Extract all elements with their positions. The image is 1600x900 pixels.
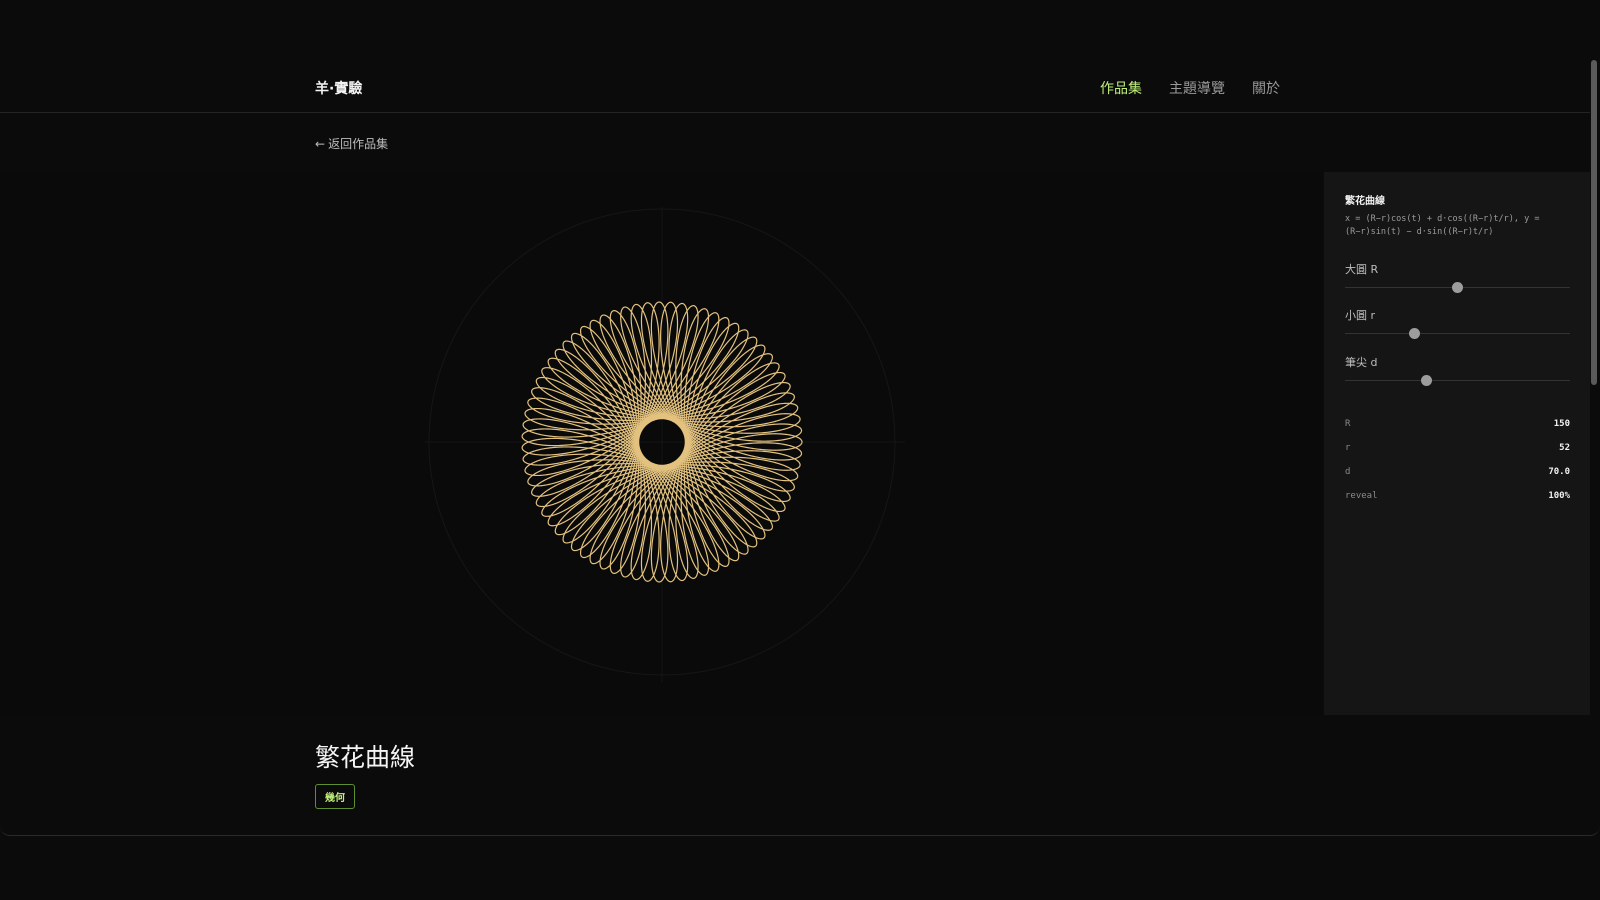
- spirograph-svg: [425, 207, 905, 682]
- back-link-label: 返回作品集: [328, 137, 389, 151]
- slider-thumb[interactable]: [1420, 375, 1432, 386]
- readout-key: d: [1345, 467, 1351, 477]
- slider-label: 大圓 R: [1345, 263, 1379, 276]
- nav-link-about[interactable]: 關於: [1252, 78, 1280, 98]
- slider-track[interactable]: [1345, 333, 1570, 334]
- spirograph-canvas[interactable]: [0, 172, 1323, 715]
- slider-track[interactable]: [1345, 380, 1570, 381]
- readout-row-reveal: reveal 100%: [1345, 491, 1570, 515]
- page-title: 繁花曲線: [315, 743, 416, 772]
- slider-thumb[interactable]: [1409, 328, 1421, 339]
- slider-pen-d: 筆尖 d: [1345, 354, 1570, 386]
- back-to-portfolio-link[interactable]: ← 返回作品集: [315, 135, 388, 152]
- readout-key: reveal: [1345, 491, 1378, 501]
- readout-value: 70.0: [1548, 467, 1570, 477]
- nav-link-topics[interactable]: 主題導覽: [1169, 78, 1225, 98]
- artwork-info: 繁花曲線 幾何: [0, 716, 1590, 835]
- page-scrollbar[interactable]: [1591, 60, 1597, 385]
- readout-key: r: [1345, 443, 1351, 453]
- top-navigation: 羊·實驗 作品集 主題導覽 關於: [0, 60, 1590, 113]
- readout-value: 150: [1553, 419, 1570, 429]
- site-brand[interactable]: 羊·實驗: [315, 78, 362, 98]
- readout-key: R: [1345, 419, 1351, 429]
- formula-text: x = (R−r)cos(t) + d·cos((R−r)t/r), y = (…: [1345, 214, 1540, 237]
- browser-window: 羊·實驗 作品集 主題導覽 關於 ← 返回作品集 繁花曲線 x = (R−r)co…: [0, 0, 1600, 836]
- category-tag[interactable]: 幾何: [315, 784, 355, 809]
- control-panel: 繁花曲線 x = (R−r)cos(t) + d·cos((R−r)t/r), …: [1324, 172, 1590, 715]
- readout-row-R: R 150: [1345, 419, 1570, 443]
- slider-thumb[interactable]: [1452, 282, 1463, 293]
- readout-value: 100%: [1548, 491, 1570, 501]
- slider-label: 筆尖 d: [1345, 356, 1378, 369]
- readout-list: R 150 r 52 d 70.0 reveal 100%: [1345, 419, 1570, 515]
- slider-label: 小圓 r: [1345, 309, 1376, 322]
- nav-link-portfolio[interactable]: 作品集: [1100, 78, 1142, 98]
- slider-big-circle-r: 大圓 R: [1345, 261, 1570, 293]
- slider-small-circle-r: 小圓 r: [1345, 307, 1570, 339]
- readout-value: 52: [1559, 443, 1570, 453]
- readout-row-r: r 52: [1345, 443, 1570, 467]
- readout-row-d: d 70.0: [1345, 467, 1570, 491]
- panel-title: 繁花曲線: [1345, 196, 1385, 207]
- arrow-left-icon: ←: [315, 137, 326, 151]
- nav-links: 作品集 主題導覽 關於: [1100, 78, 1280, 98]
